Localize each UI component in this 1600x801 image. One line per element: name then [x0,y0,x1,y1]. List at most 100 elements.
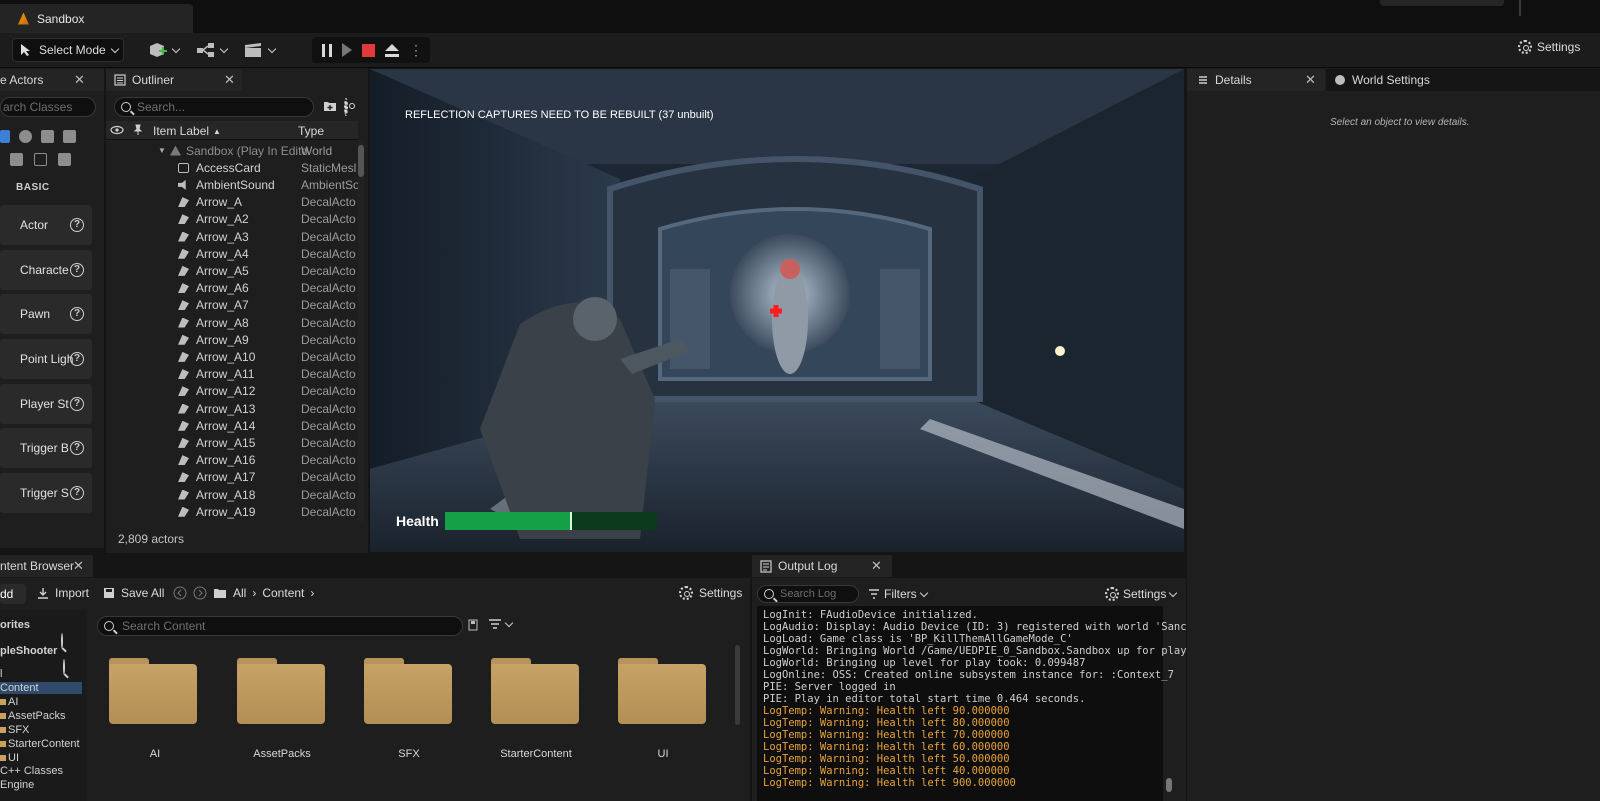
help-icon[interactable]: ? [70,307,84,321]
content-filter-button[interactable] [488,618,514,629]
outliner-row[interactable]: Arrow_A DecalActo [106,194,358,211]
save-search-icon[interactable] [468,619,478,631]
tree-item-ai[interactable]: AI [0,696,18,708]
eject-icon[interactable] [385,43,399,57]
tree-item-all[interactable]: l [0,668,2,680]
item-label-column[interactable]: Item Label ▲ [153,124,221,138]
close-icon[interactable]: ✕ [1305,72,1316,88]
tree-item-assetpacks[interactable]: AssetPacks [0,710,65,722]
log-filters-button[interactable]: Filters [868,587,928,601]
help-icon[interactable]: ? [70,352,84,366]
outliner-row[interactable]: Arrow_A5 DecalActo [106,262,358,279]
outliner-row[interactable]: Arrow_A4 DecalActo [106,245,358,262]
tree-item-sfx[interactable]: SFX [0,724,29,736]
tree-item-content[interactable]: Content [0,682,82,694]
outliner-row[interactable]: Arrow_A10 DecalActo [106,348,358,365]
outliner-row[interactable]: Arrow_A18 DecalActo [106,486,358,503]
place-actors-tab[interactable]: e Actors ✕ [0,69,104,91]
log-search-input[interactable]: Search Log [757,585,859,603]
favorites-section[interactable]: orites [0,619,30,631]
search-icon[interactable] [61,633,63,649]
outliner-row[interactable]: Arrow_A16 DecalActo [106,452,358,469]
forward-arrow-icon[interactable] [193,586,207,600]
close-icon[interactable]: ✕ [73,558,84,574]
class-search-input[interactable]: arch Classes [0,97,96,117]
actor-item-point-light[interactable]: Point Ligh? [0,339,92,379]
outliner-scrollbar-thumb[interactable] [358,145,364,177]
add-actor-button[interactable] [148,40,181,60]
log-settings-button[interactable]: Settings [1105,587,1178,601]
tree-item-ui[interactable]: UI [0,752,19,764]
help-icon[interactable]: ? [70,397,84,411]
light-category-icon[interactable] [19,130,32,143]
close-icon[interactable]: ✕ [871,558,882,574]
save-all-button[interactable]: Save All [103,586,164,600]
outliner-row[interactable]: AmbientSound AmbientSo [106,176,358,193]
outliner-row[interactable]: Arrow_A13 DecalActo [106,400,358,417]
visual-effects-category-icon[interactable] [10,153,23,166]
volumes-category-icon[interactable] [58,153,71,166]
outliner-row[interactable]: Arrow_A17 DecalActo [106,469,358,486]
folder-startercontent[interactable] [491,658,579,725]
back-arrow-icon[interactable] [173,586,187,600]
actor-item-actor[interactable]: Actor? [0,205,92,245]
outliner-row[interactable]: Arrow_A7 DecalActo [106,297,358,314]
add-folder-icon[interactable] [323,100,337,112]
actor-item-character[interactable]: Characte? [0,250,92,290]
details-tab[interactable]: Details ✕ [1187,69,1325,91]
geometry-category-icon[interactable] [34,153,47,166]
pin-icon[interactable] [133,124,143,136]
add-button[interactable]: dd [0,584,26,604]
path-all[interactable]: All [233,586,246,600]
stop-icon[interactable] [362,43,375,57]
folder-ui[interactable] [618,658,706,725]
cinematic-category-icon[interactable] [63,130,76,143]
search-icon[interactable] [63,659,65,675]
select-mode-dropdown[interactable]: Select Mode [12,38,124,62]
cinematics-button[interactable] [244,40,277,60]
path-content[interactable]: Content [262,586,304,600]
close-icon[interactable]: ✕ [224,72,235,88]
toolbar-settings-button[interactable]: Settings [1518,40,1580,54]
level-tab[interactable]: Sandbox [0,4,193,33]
outliner-tab[interactable]: Outliner ✕ [106,69,242,91]
outliner-row[interactable]: Arrow_A8 DecalActo [106,314,358,331]
project-section[interactable]: pleShooter [0,645,57,657]
world-settings-tab[interactable]: World Settings [1326,69,1600,91]
outliner-row[interactable]: Arrow_A9 DecalActo [106,331,358,348]
outliner-row[interactable]: Arrow_A19 DecalActo [106,503,358,520]
help-icon[interactable]: ? [70,441,84,455]
import-button[interactable]: Import [37,586,89,600]
tree-item-startercontent[interactable]: StarterContent [0,738,80,750]
close-icon[interactable]: ✕ [74,72,85,88]
folder-sfx[interactable] [364,658,452,725]
level-viewport[interactable] [370,69,1184,552]
outliner-row[interactable]: ▼ Sandbox (Play In Edito World [106,142,358,159]
outliner-row[interactable]: Arrow_A3 DecalActo [106,228,358,245]
visibility-eye-icon[interactable] [110,125,124,135]
outliner-row[interactable]: Arrow_A15 DecalActo [106,434,358,451]
blueprints-button[interactable] [196,40,229,60]
step-forward-icon[interactable] [342,43,352,57]
outliner-row[interactable]: Arrow_A6 DecalActo [106,280,358,297]
type-column[interactable]: Type [298,124,324,138]
pause-icon[interactable] [322,43,332,57]
actor-item-player-start[interactable]: Player St? [0,384,92,424]
outliner-row[interactable]: Arrow_A2 DecalActo [106,211,358,228]
shapes-category-icon[interactable] [41,130,54,143]
folder-assetpacks[interactable] [237,658,325,725]
outliner-row[interactable]: Arrow_A12 DecalActo [106,383,358,400]
actor-item-trigger-box[interactable]: Trigger B? [0,428,92,468]
outliner-row[interactable]: Arrow_A11 DecalActo [106,366,358,383]
content-scrollbar[interactable] [735,645,740,725]
content-settings-button[interactable]: Settings [679,586,742,600]
actor-item-pawn[interactable]: Pawn? [0,294,92,334]
output-log-tab[interactable]: Output Log ✕ [752,555,892,577]
tree-item-cpp-classes[interactable]: C++ Classes [0,765,63,777]
outliner-row[interactable]: Arrow_A14 DecalActo [106,417,358,434]
content-search-input[interactable]: Search Content [97,616,463,636]
outliner-row[interactable]: AccessCard StaticMesl [106,159,358,176]
outliner-scrollbar[interactable] [358,141,364,521]
outliner-search-input[interactable]: Search... [114,97,314,117]
help-icon[interactable]: ? [70,218,84,232]
